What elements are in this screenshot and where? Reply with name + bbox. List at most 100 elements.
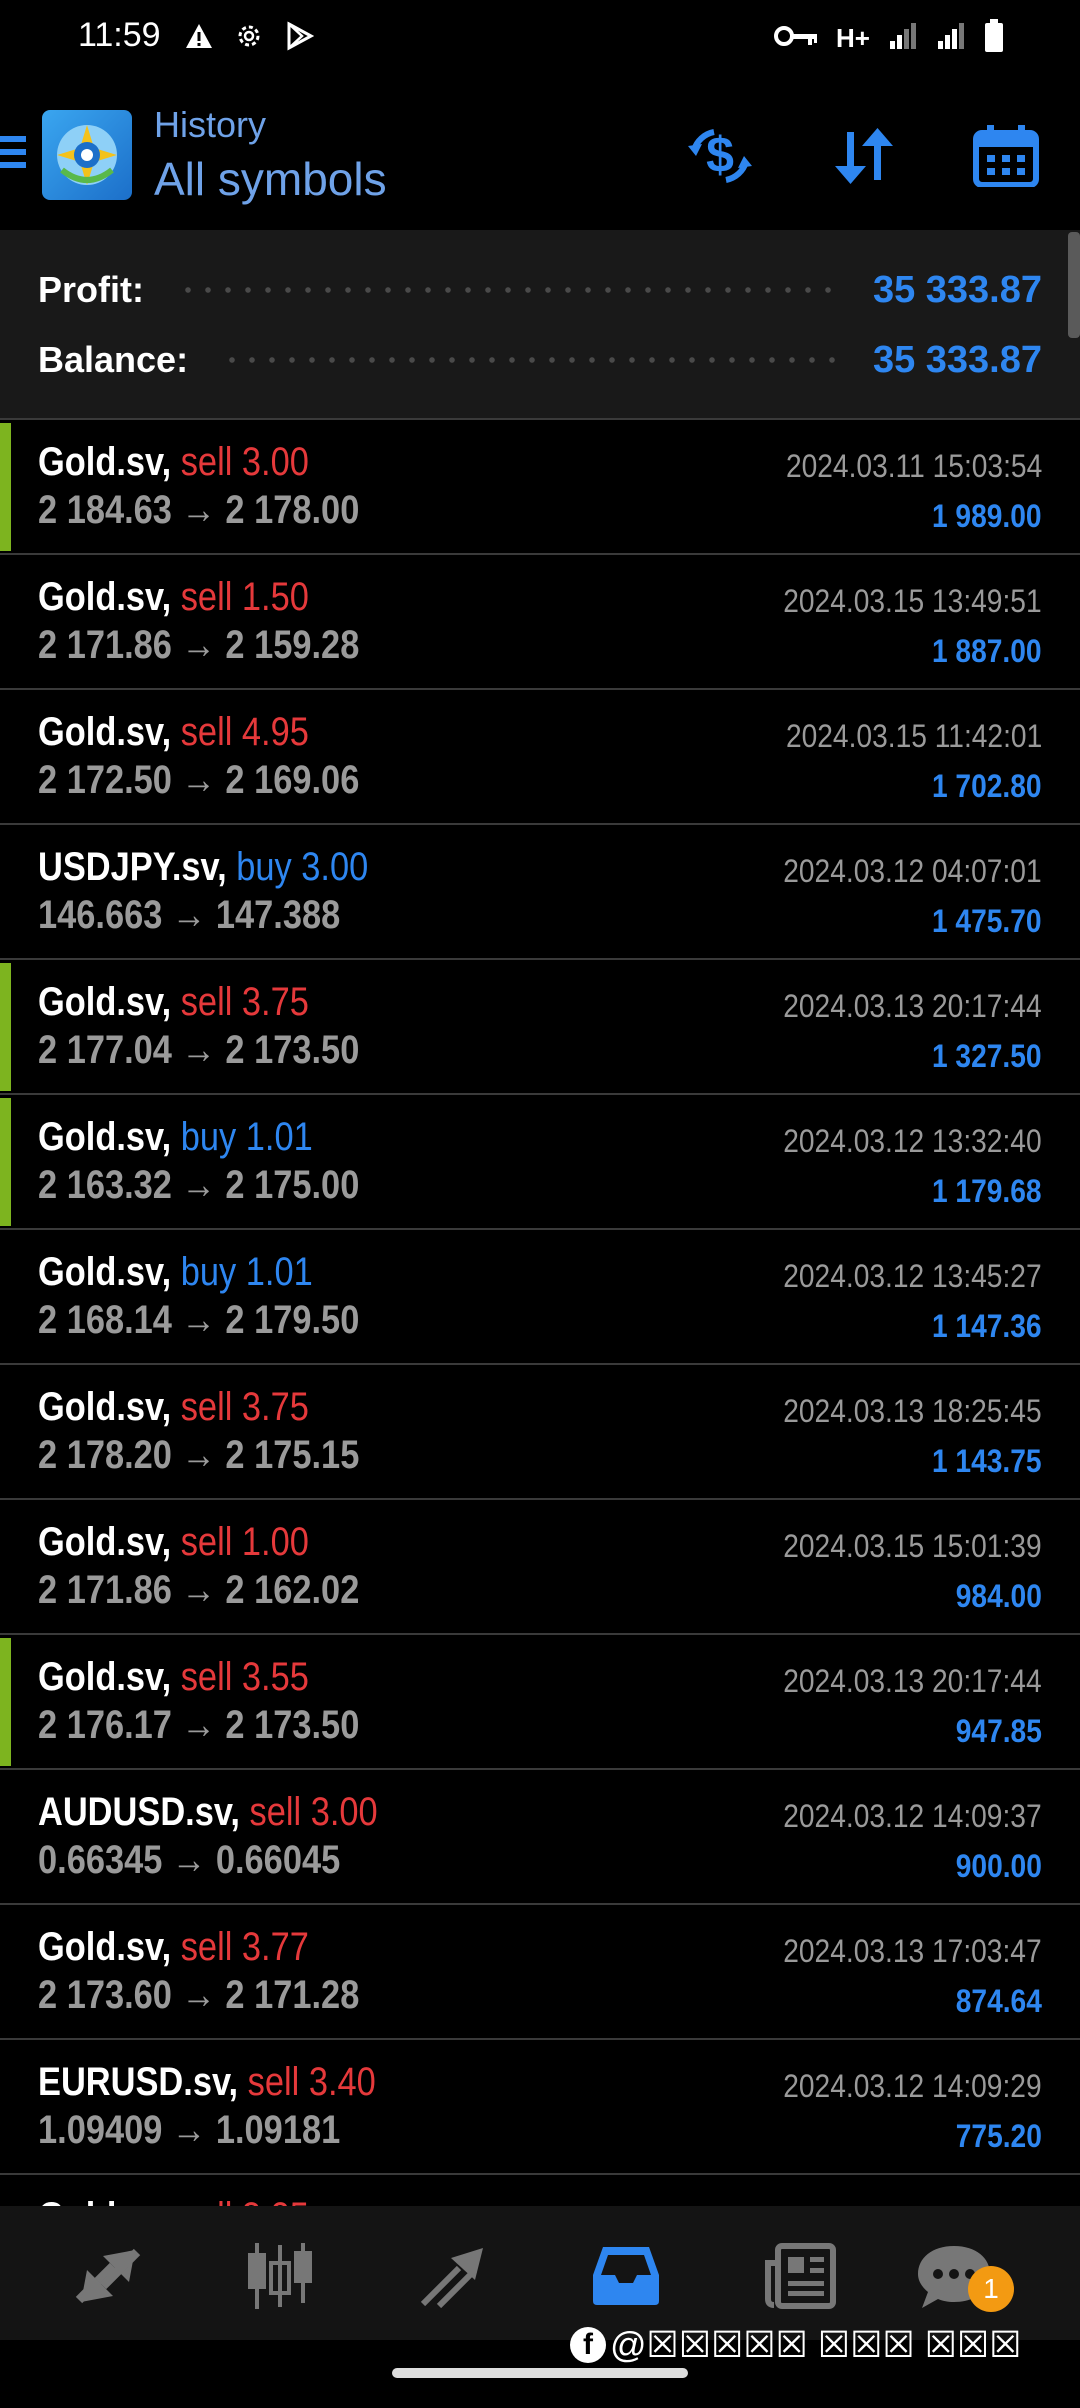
deal-symbol: USDJPY.sv, — [38, 845, 227, 889]
deal-prices: 2 172.50 → 2 169.06 — [38, 758, 360, 802]
deal-title: Gold.sv, buy 1.01 — [38, 1115, 313, 1160]
deal-marker — [0, 1638, 11, 1766]
deal-marker — [0, 1098, 11, 1226]
deal-row[interactable]: Gold.sv, buy 1.01 2 168.14 → 2 179.50 2024… — [0, 1228, 1080, 1363]
profit-row: Profit: 35 333.87 — [38, 260, 1042, 320]
deal-prices: 1.09409 → 1.09181 — [38, 2108, 341, 2152]
deal-prices: 2 177.04 → 2 173.50 — [38, 1028, 360, 1072]
network-type-label: H+ — [836, 22, 870, 53]
deal-row[interactable]: Gold.sv, sell 4.95 2 172.50 → 2 169.06 202… — [0, 688, 1080, 823]
deal-row[interactable]: Gold.sv, buy 1.01 2 163.32 → 2 175.00 2024… — [0, 1093, 1080, 1228]
deal-row[interactable]: Gold.sv, sell 3.75 2 178.20 → 2 175.15 202… — [0, 1363, 1080, 1498]
app-header: History All symbols $ — [0, 76, 1080, 230]
deal-prices: 2 184.63 → 2 178.00 — [38, 488, 360, 532]
deal-symbol: EURUSD.sv, — [38, 2060, 239, 2104]
calendar-icon[interactable] — [968, 118, 1044, 194]
deal-symbol: Gold.sv, — [38, 710, 172, 754]
deal-time: 2024.03.12 14:09:29 — [783, 2068, 1042, 2104]
deal-title: Gold.sv, sell 3.75 — [38, 980, 309, 1025]
deal-profit: 1 327.50 — [932, 1038, 1042, 1074]
deal-profit: 947.85 — [955, 1713, 1042, 1749]
signal-1-icon — [888, 21, 918, 56]
deal-title: Gold.sv, sell 1.50 — [38, 575, 309, 620]
deal-symbol: Gold.sv, — [38, 1115, 172, 1159]
deal-prices: 2 168.14 → 2 179.50 — [38, 1298, 360, 1342]
deal-volume: sell 1.50 — [180, 575, 309, 619]
profit-label: Profit: — [38, 269, 144, 310]
deal-profit: 874.64 — [955, 1983, 1042, 2019]
dot-leader — [177, 286, 839, 294]
sort-icon[interactable] — [826, 118, 902, 194]
balance-row: Balance: 35 333.87 — [38, 330, 1042, 390]
trade-icon[interactable] — [404, 2226, 504, 2326]
battery-icon — [984, 18, 1004, 58]
chat-badge: 1 — [968, 2266, 1014, 2312]
deal-title: AUDUSD.sv, sell 3.00 — [38, 1790, 378, 1835]
status-time: 11:59 — [78, 16, 161, 54]
deal-row[interactable]: Gold.sv, sell 3.55 2 176.17 → 2 173.50 202… — [0, 1633, 1080, 1768]
deal-volume: sell 3.75 — [180, 980, 309, 1024]
vpn-key-icon — [774, 23, 818, 54]
status-system-icons: H+ — [774, 18, 1004, 58]
history-summary: Profit: 35 333.87 Balance: 35 333.87 — [0, 230, 1080, 418]
quotes-icon[interactable] — [58, 2226, 158, 2326]
deal-row[interactable]: Gold.sv, sell 3.00 2 184.63 → 2 178.00 202… — [0, 418, 1080, 553]
balance-value: 35 333.87 — [872, 338, 1042, 381]
deal-list[interactable]: Gold.sv, sell 3.00 2 184.63 → 2 178.00 202… — [0, 418, 1080, 2206]
deal-symbol: Gold.sv, — [38, 1385, 172, 1429]
deal-profit: 1 989.00 — [932, 498, 1042, 534]
gesture-bar[interactable] — [392, 2368, 688, 2378]
deal-time: 2024.03.12 13:45:27 — [783, 1258, 1042, 1294]
deal-row[interactable]: AUDUSD.sv, sell 3.00 0.66345 → 0.66045 202… — [0, 1768, 1080, 1903]
deal-symbol: Gold.sv, — [38, 2195, 171, 2206]
deal-row[interactable]: USDJPY.sv, buy 3.00 146.663 → 147.388 2024… — [0, 823, 1080, 958]
deal-title: Gold.sv, sell 4.95 — [38, 710, 309, 755]
deal-prices: 2 163.32 → 2 175.00 — [38, 1163, 360, 1207]
deal-volume: sell 1.00 — [180, 1520, 309, 1564]
deal-volume: buy 3.00 — [236, 845, 369, 889]
app-logo-icon[interactable] — [42, 110, 132, 200]
deal-symbol: Gold.sv, — [38, 575, 172, 619]
deal-prices: 2 173.60 → 2 171.28 — [38, 1973, 360, 2017]
watermark-text: @☒☒☒☒☒ ☒☒☒ ☒☒☒ — [610, 2324, 1022, 2365]
balance-label: Balance: — [38, 339, 189, 380]
deal-symbol: Gold.sv, — [38, 1250, 172, 1294]
deal-symbol: Gold.sv, — [38, 440, 172, 484]
deal-row[interactable]: Gold.sv, sell 3.75 2 177.04 → 2 173.50 202… — [0, 958, 1080, 1093]
deal-volume: buy 1.01 — [180, 1115, 313, 1159]
deal-row[interactable]: EURUSD.sv, sell 3.40 1.09409 → 1.09181 202… — [0, 2038, 1080, 2173]
deal-title: Gold.sv, sell 3.00 — [38, 440, 309, 485]
deal-symbol: Gold.sv, — [38, 1655, 172, 1699]
scrollbar-thumb[interactable] — [1068, 232, 1080, 338]
deal-time: 2024.03.15 15:01:39 — [783, 1528, 1042, 1564]
deal-symbol: Gold.sv, — [38, 1925, 172, 1969]
news-icon[interactable] — [750, 2226, 850, 2326]
deal-time: 2024.03.13 18:25:45 — [783, 1393, 1042, 1429]
deal-time: 2024.03.13 20:17:44 — [783, 988, 1042, 1024]
deal-row[interactable]: Gold.sv, sell 3.25 — [0, 2173, 1080, 2206]
deal-profit: 1 887.00 — [932, 633, 1042, 669]
deal-time: 2024.03.15 11:42:01 — [785, 718, 1042, 754]
deal-profit: 775.20 — [955, 2118, 1042, 2154]
deal-title: Gold.sv, buy 1.01 — [38, 1250, 313, 1295]
deal-row[interactable]: Gold.sv, sell 1.00 2 171.86 → 2 162.02 202… — [0, 1498, 1080, 1633]
deal-volume: buy 1.01 — [180, 1250, 313, 1294]
play-store-icon — [284, 20, 315, 56]
deal-time: 2024.03.13 17:03:47 — [783, 1933, 1042, 1969]
deal-prices: 2 171.86 → 2 162.02 — [38, 1568, 360, 1612]
history-icon[interactable] — [576, 2226, 676, 2326]
symbol-filter[interactable]: All symbols — [154, 152, 387, 206]
facebook-icon: f — [570, 2327, 606, 2363]
deal-volume: sell 3.55 — [180, 1655, 309, 1699]
deal-time: 2024.03.13 20:17:44 — [783, 1663, 1042, 1699]
dot-leader — [222, 356, 839, 364]
status-bar: 11:59 H+ — [0, 0, 1080, 76]
deal-symbol: Gold.sv, — [38, 1520, 172, 1564]
signal-2-icon — [936, 21, 966, 56]
chart-icon[interactable] — [230, 2226, 330, 2326]
deal-row[interactable]: Gold.sv, sell 3.77 2 173.60 → 2 171.28 202… — [0, 1903, 1080, 2038]
menu-icon[interactable] — [0, 132, 30, 172]
deal-profit: 1 475.70 — [932, 903, 1042, 939]
deal-row[interactable]: Gold.sv, sell 1.50 2 171.86 → 2 159.28 202… — [0, 553, 1080, 688]
deposit-icon[interactable]: $ — [682, 118, 758, 194]
